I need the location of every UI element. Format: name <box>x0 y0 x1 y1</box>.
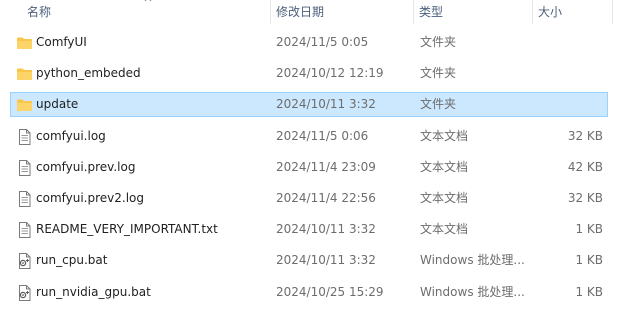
file-size: 1 KB <box>575 253 603 268</box>
sort-up-icon <box>144 0 152 2</box>
file-row[interactable]: comfyui.prev2.log 2024/11/4 22:56 文本文档 32 K… <box>10 186 608 211</box>
file-size: 32 KB <box>567 191 603 205</box>
file-modified-date: 2024/11/4 22:56 <box>276 191 376 205</box>
file-row[interactable]: run_nvidia_gpu.bat 2024/10/25 15:29 Window… <box>10 280 608 305</box>
file-name: comfyui.prev2.log <box>36 191 145 205</box>
file-size: 32 KB <box>567 128 603 143</box>
file-size: 1 KB <box>575 222 603 237</box>
file-name: comfyui.log <box>36 128 106 143</box>
folder-icon <box>16 97 33 113</box>
file-type: 文本文档 <box>420 128 469 143</box>
file-row[interactable]: comfyui.log 2024/11/5 0:06 文本文档 32 KB <box>10 124 608 149</box>
file-modified-date: 2024/10/12 12:19 <box>276 66 384 81</box>
folder-icon <box>16 35 33 51</box>
file-type: 文件夹 <box>420 35 457 49</box>
file-type: 文件夹 <box>420 97 457 112</box>
file-name: comfyui.prev.log <box>36 159 136 174</box>
text-file-icon <box>16 191 33 207</box>
text-file-icon <box>16 159 33 176</box>
column-name-header[interactable]: 名称 <box>27 0 51 24</box>
file-type: 文本文档 <box>420 222 469 237</box>
file-row[interactable]: run_cpu.bat 2024/10/11 3:32 Windows 批处理...… <box>10 248 608 273</box>
column-type-header[interactable]: 类型 <box>419 0 443 24</box>
file-name: run_cpu.bat <box>36 253 108 268</box>
file-size: 1 KB <box>575 284 603 299</box>
column-divider[interactable] <box>612 0 613 24</box>
file-type: 文件夹 <box>420 66 457 81</box>
file-modified-date: 2024/11/4 23:09 <box>276 159 376 174</box>
file-type: Windows 批处理... <box>420 284 525 299</box>
file-row[interactable]: README_VERY_IMPORTANT.txt 2024/10/11 3:32… <box>10 217 608 242</box>
file-modified-date: 2024/10/11 3:32 <box>276 222 376 237</box>
text-file-icon <box>16 128 33 145</box>
file-name: README_VERY_IMPORTANT.txt <box>36 222 218 237</box>
file-row[interactable]: ComfyUI 2024/11/5 0:05 文件夹 <box>10 30 608 55</box>
file-type: Windows 批处理... <box>420 253 525 268</box>
column-modified-header[interactable]: 修改日期 <box>276 0 324 24</box>
file-modified-date: 2024/10/11 3:32 <box>276 253 376 268</box>
column-divider[interactable] <box>270 0 271 24</box>
text-file-icon <box>16 222 33 239</box>
file-size: 42 KB <box>567 159 603 174</box>
file-modified-date: 2024/11/5 0:06 <box>276 128 369 143</box>
file-name: python_embeded <box>36 66 141 81</box>
batch-file-icon <box>16 284 33 301</box>
folder-icon <box>16 66 33 82</box>
file-type: 文本文档 <box>420 159 469 174</box>
file-modified-date: 2024/10/25 15:29 <box>276 284 384 299</box>
file-modified-date: 2024/11/5 0:05 <box>276 35 369 49</box>
batch-file-icon <box>16 253 33 270</box>
file-name: update <box>36 97 79 112</box>
column-divider[interactable] <box>532 0 533 24</box>
column-divider[interactable] <box>413 0 414 24</box>
file-type: 文本文档 <box>420 191 469 205</box>
file-name: ComfyUI <box>36 35 87 49</box>
file-modified-date: 2024/10/11 3:32 <box>276 97 376 112</box>
column-header: 名称 修改日期 类型 大小 <box>0 0 619 24</box>
column-size-header[interactable]: 大小 <box>538 0 562 24</box>
file-row[interactable]: python_embeded 2024/10/12 12:19 文件夹 <box>10 61 608 86</box>
file-row[interactable]: update 2024/10/11 3:32 文件夹 <box>10 92 608 118</box>
file-name: run_nvidia_gpu.bat <box>36 284 151 299</box>
file-row[interactable]: comfyui.prev.log 2024/11/4 23:09 文本文档 42 KB <box>10 155 608 180</box>
